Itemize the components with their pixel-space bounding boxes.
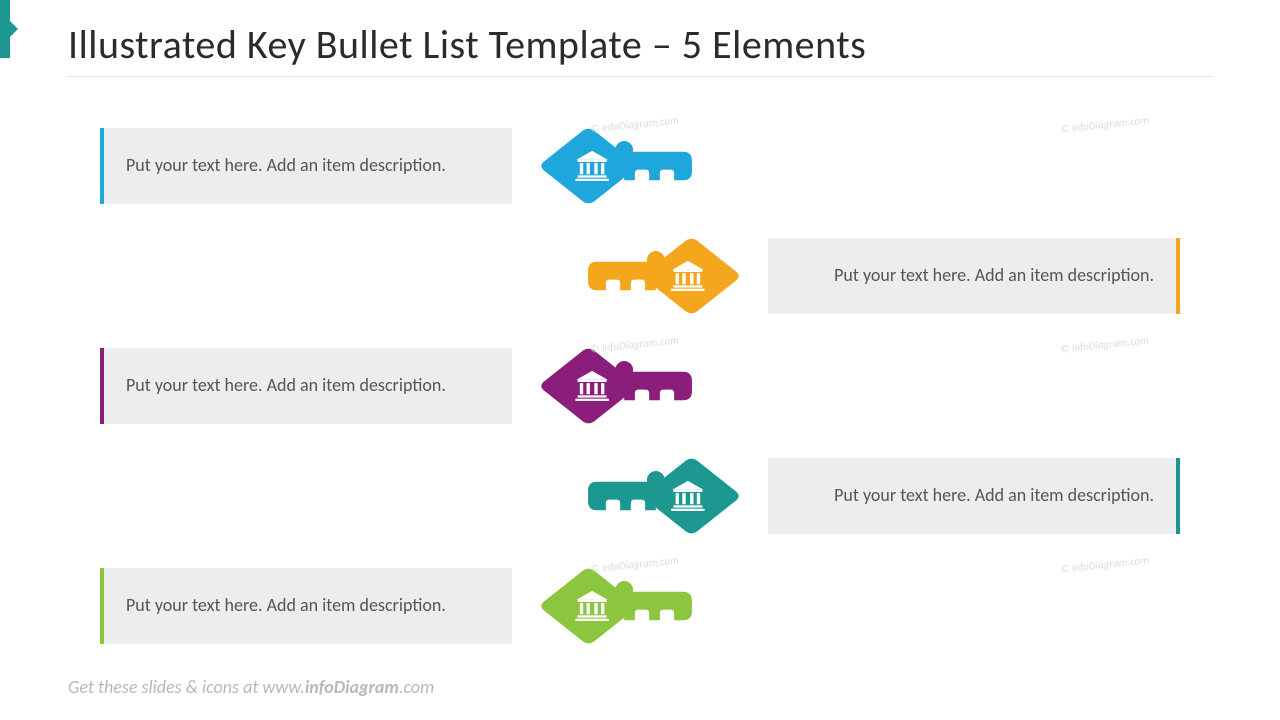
bank-icon <box>478 345 708 427</box>
list-item: Put your text here. Add an item descript… <box>100 230 1180 322</box>
item-text: Put your text here. Add an item descript… <box>126 374 446 397</box>
item-text-bar: Put your text here. Add an item descript… <box>100 568 512 644</box>
key-icon <box>478 125 708 207</box>
list-item: Put your text here. Add an item descript… <box>100 120 1180 212</box>
item-text-bar: Put your text here. Add an item descript… <box>100 348 512 424</box>
list-item: Put your text here. Add an item descript… <box>100 560 1180 652</box>
item-text: Put your text here. Add an item descript… <box>126 154 446 177</box>
title-divider <box>68 76 1212 77</box>
footer-suffix: .com <box>399 676 434 698</box>
item-text: Put your text here. Add an item descript… <box>834 264 1154 287</box>
key-icon <box>572 455 802 537</box>
item-text-bar: Put your text here. Add an item descript… <box>768 458 1180 534</box>
bank-icon <box>478 125 708 207</box>
bank-icon <box>478 565 708 647</box>
footer-credit: Get these slides & icons at www.infoDiag… <box>68 676 434 698</box>
footer-bold: infoDiagram <box>305 676 399 698</box>
list-item: Put your text here. Add an item descript… <box>100 450 1180 542</box>
key-list: Put your text here. Add an item descript… <box>100 120 1180 670</box>
left-edge-accent <box>0 0 10 58</box>
footer-prefix: Get these slides & icons at www. <box>68 676 305 698</box>
item-text-bar: Put your text here. Add an item descript… <box>100 128 512 204</box>
key-icon <box>572 235 802 317</box>
item-text: Put your text here. Add an item descript… <box>126 594 446 617</box>
item-text-bar: Put your text here. Add an item descript… <box>768 238 1180 314</box>
key-icon <box>478 345 708 427</box>
page-title: Illustrated Key Bullet List Template – 5… <box>68 20 866 69</box>
bank-icon <box>572 235 802 317</box>
key-icon <box>478 565 708 647</box>
list-item: Put your text here. Add an item descript… <box>100 340 1180 432</box>
item-text: Put your text here. Add an item descript… <box>834 484 1154 507</box>
bank-icon <box>572 455 802 537</box>
